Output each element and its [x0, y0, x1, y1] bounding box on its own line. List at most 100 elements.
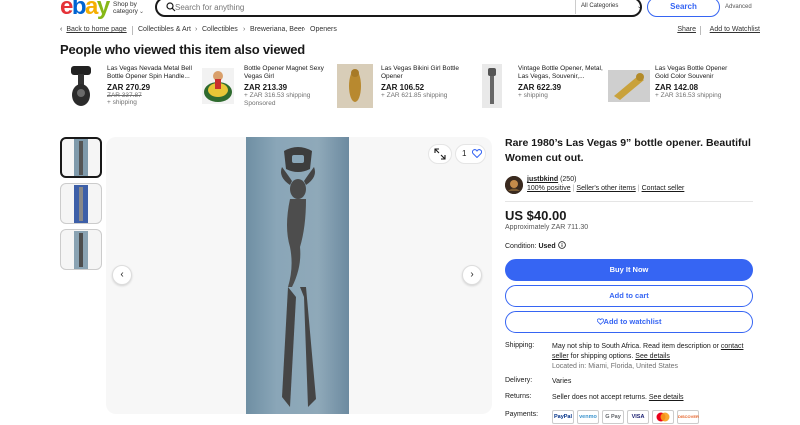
item-condition: Condition: Used: [505, 241, 566, 250]
related-item[interactable]: Las Vegas Bikini Girl Bottle Opener ZAR …: [334, 64, 471, 124]
related-item-price: ZAR 142.08: [655, 83, 699, 92]
related-item-title: Las Vegas Bottle Opener Gold Color Souve…: [655, 65, 728, 80]
seller-other-items-link[interactable]: Seller's other items: [576, 185, 635, 192]
like-count: 1: [462, 149, 467, 158]
header: ebay Shop by category ⌄ All Categories ⌄…: [0, 0, 800, 20]
shop-by-category-button[interactable]: Shop by category ⌄: [113, 1, 145, 15]
related-item-image: [334, 64, 376, 108]
paypal-icon: PayPal: [552, 410, 574, 424]
related-item-shipping: + shipping: [518, 92, 548, 99]
link-divider: |: [572, 185, 575, 192]
mastercard-icon: [652, 410, 674, 424]
gallery-thumbnail[interactable]: [60, 183, 102, 224]
breadcrumb-item[interactable]: Collectibles: [202, 26, 238, 33]
related-item-image: [197, 64, 239, 108]
search-button[interactable]: Search: [647, 0, 720, 17]
chevron-right-icon: ›: [243, 26, 246, 33]
link-divider: |: [637, 185, 640, 192]
expand-image-button[interactable]: [428, 144, 452, 164]
expand-icon: [434, 148, 446, 160]
chevron-right-icon: ›: [303, 26, 306, 33]
breadcrumb-item[interactable]: Breweriana, Beer: [250, 26, 304, 33]
related-item-shipping: + ZAR 621.85 shipping: [381, 92, 448, 99]
ebay-logo[interactable]: ebay: [60, 0, 110, 20]
seller-name-link[interactable]: justbkind: [527, 176, 558, 183]
chevron-right-icon: ›: [195, 26, 198, 33]
contact-seller-link[interactable]: Contact seller: [642, 185, 685, 192]
google-pay-icon: G Pay: [602, 410, 624, 424]
condition-label: Condition:: [505, 243, 537, 250]
venmo-icon: venmo: [577, 410, 599, 424]
previous-image-button[interactable]: ‹: [112, 265, 132, 285]
item-location: Located in: Miami, Florida, United State…: [552, 363, 679, 370]
add-to-watchlist-button[interactable]: Add to watchlist: [505, 311, 753, 333]
seller-info: justbkind (250): [527, 176, 576, 183]
breadcrumb-divider: [700, 26, 701, 35]
related-item[interactable]: Las Vegas Nevada Metal Bell Bottle Opene…: [60, 64, 197, 124]
shipping-label: Shipping:: [505, 342, 535, 349]
add-to-cart-button[interactable]: Add to cart: [505, 285, 753, 307]
seller-links: 100% positive | Seller's other items | Conta…: [527, 185, 684, 192]
chevron-down-icon: ⌄: [139, 9, 145, 15]
related-item[interactable]: Las Vegas Bottle Opener Gold Color Souve…: [608, 64, 745, 124]
main-product-image[interactable]: ‹ ›: [106, 137, 492, 414]
breadcrumb-item[interactable]: Openers: [310, 26, 337, 33]
delivery-value: Varies: [552, 378, 572, 385]
returns-label: Returns:: [505, 393, 532, 400]
shipping-text: for shipping options.: [568, 352, 636, 360]
info-icon[interactable]: [557, 241, 566, 249]
sponsored-label: Sponsored: [244, 100, 276, 107]
chevron-down-icon: ⌄: [637, 4, 643, 10]
item-title: Rare 1980’s Las Vegas 9” bottle opener. …: [505, 137, 751, 164]
add-to-watchlist-link[interactable]: Add to Watchlist: [710, 26, 760, 33]
returns-text: Seller does not accept returns.: [552, 394, 649, 401]
shipping-text: May not ship to South Africa. Read item …: [552, 343, 721, 350]
related-item-shipping: + ZAR 316.53 shipping: [655, 92, 722, 99]
related-item-original-price: ZAR 337.87: [107, 92, 142, 99]
related-item-price: ZAR 213.39: [244, 83, 288, 92]
related-item[interactable]: Bottle Opener Magnet Sexy Vegas Girl ZAR…: [197, 64, 334, 124]
buy-it-now-button[interactable]: Buy It Now: [505, 259, 753, 281]
share-link[interactable]: Share: [677, 26, 696, 33]
gallery-thumbnail[interactable]: [60, 137, 102, 178]
shipping-details: May not ship to South Africa. Read item …: [552, 342, 757, 372]
related-item-title: Las Vegas Bikini Girl Bottle Opener: [381, 65, 460, 80]
related-item-image: [608, 64, 650, 108]
add-to-watchlist-label: Add to watchlist: [603, 317, 662, 326]
like-button[interactable]: 1: [455, 144, 486, 164]
bottle-opener-figure: [281, 147, 316, 407]
related-item-image: [60, 64, 102, 108]
next-image-button[interactable]: ›: [462, 265, 482, 285]
seller-avatar[interactable]: [505, 176, 523, 194]
gallery-thumbnail[interactable]: [60, 229, 102, 270]
related-item-price: ZAR 106.52: [381, 83, 425, 92]
visa-icon: VISA: [627, 410, 649, 424]
related-item-image: [471, 64, 513, 108]
heart-icon: [471, 149, 482, 159]
heart-icon: [596, 318, 604, 325]
advanced-search-link[interactable]: Advanced: [725, 4, 752, 10]
related-item-title: Bottle Opener Magnet Sexy Vegas Girl: [244, 65, 324, 80]
logo-letter-a: a: [85, 0, 98, 20]
discover-icon: DISCOVER: [677, 410, 699, 424]
shipping-see-details-link[interactable]: See details: [635, 353, 670, 360]
related-item-title: Las Vegas Nevada Metal Bell Bottle Opene…: [107, 65, 192, 80]
chevron-left-icon: ‹: [120, 269, 124, 280]
seller-positive-link[interactable]: 100% positive: [527, 185, 571, 192]
breadcrumb-divider: [132, 26, 133, 35]
related-item-shipping: + shipping: [107, 99, 137, 106]
back-to-home-link[interactable]: ‹ Back to home page: [60, 26, 127, 33]
returns-see-details-link[interactable]: See details: [649, 394, 684, 401]
related-item[interactable]: Vintage Bottle Opener, Metal, Las Vegas,…: [471, 64, 608, 124]
chevron-left-icon: ‹: [60, 26, 63, 33]
payments-label: Payments:: [505, 411, 539, 418]
payment-methods: PayPal venmo G Pay VISA DISCOVER: [552, 410, 699, 424]
search-bar: All Categories ⌄: [155, 0, 642, 17]
search-divider: [575, 0, 576, 14]
shop-by-category-label: Shop by category: [113, 1, 138, 15]
delivery-label: Delivery:: [505, 377, 533, 384]
condition-value: Used: [538, 243, 556, 250]
search-input[interactable]: [175, 1, 565, 14]
breadcrumb-item[interactable]: Collectibles & Art: [138, 26, 191, 33]
category-select[interactable]: All Categories: [581, 3, 618, 9]
